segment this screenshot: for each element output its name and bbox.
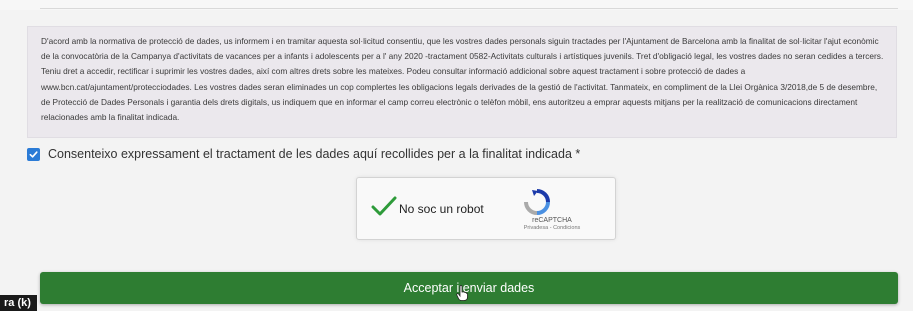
captcha-brand: reCAPTCHA [532,217,572,224]
consent-row[interactable]: Consenteixo expressament el tractament d… [27,145,580,163]
hand-cursor-icon [456,285,468,301]
checkmark-icon [29,150,38,158]
consent-label: Consenteixo expressament el tractament d… [48,147,581,161]
captcha-label: No soc un robot [399,202,484,216]
captcha-checkmark-icon[interactable] [371,195,397,217]
section-divider [40,8,898,9]
captcha-links[interactable]: Privadesa - Condicions [507,225,597,231]
consent-checkbox[interactable] [27,147,40,161]
recaptcha-logo-icon [524,189,550,215]
recaptcha-widget[interactable]: No soc un robot reCAPTCHA Privadesa - Co… [356,177,616,240]
corner-overlay-label: ra (k) [0,295,37,311]
privacy-notice: D'acord amb la normativa de protecció de… [27,26,897,138]
submit-button[interactable]: Acceptar i enviar dades [40,272,898,304]
